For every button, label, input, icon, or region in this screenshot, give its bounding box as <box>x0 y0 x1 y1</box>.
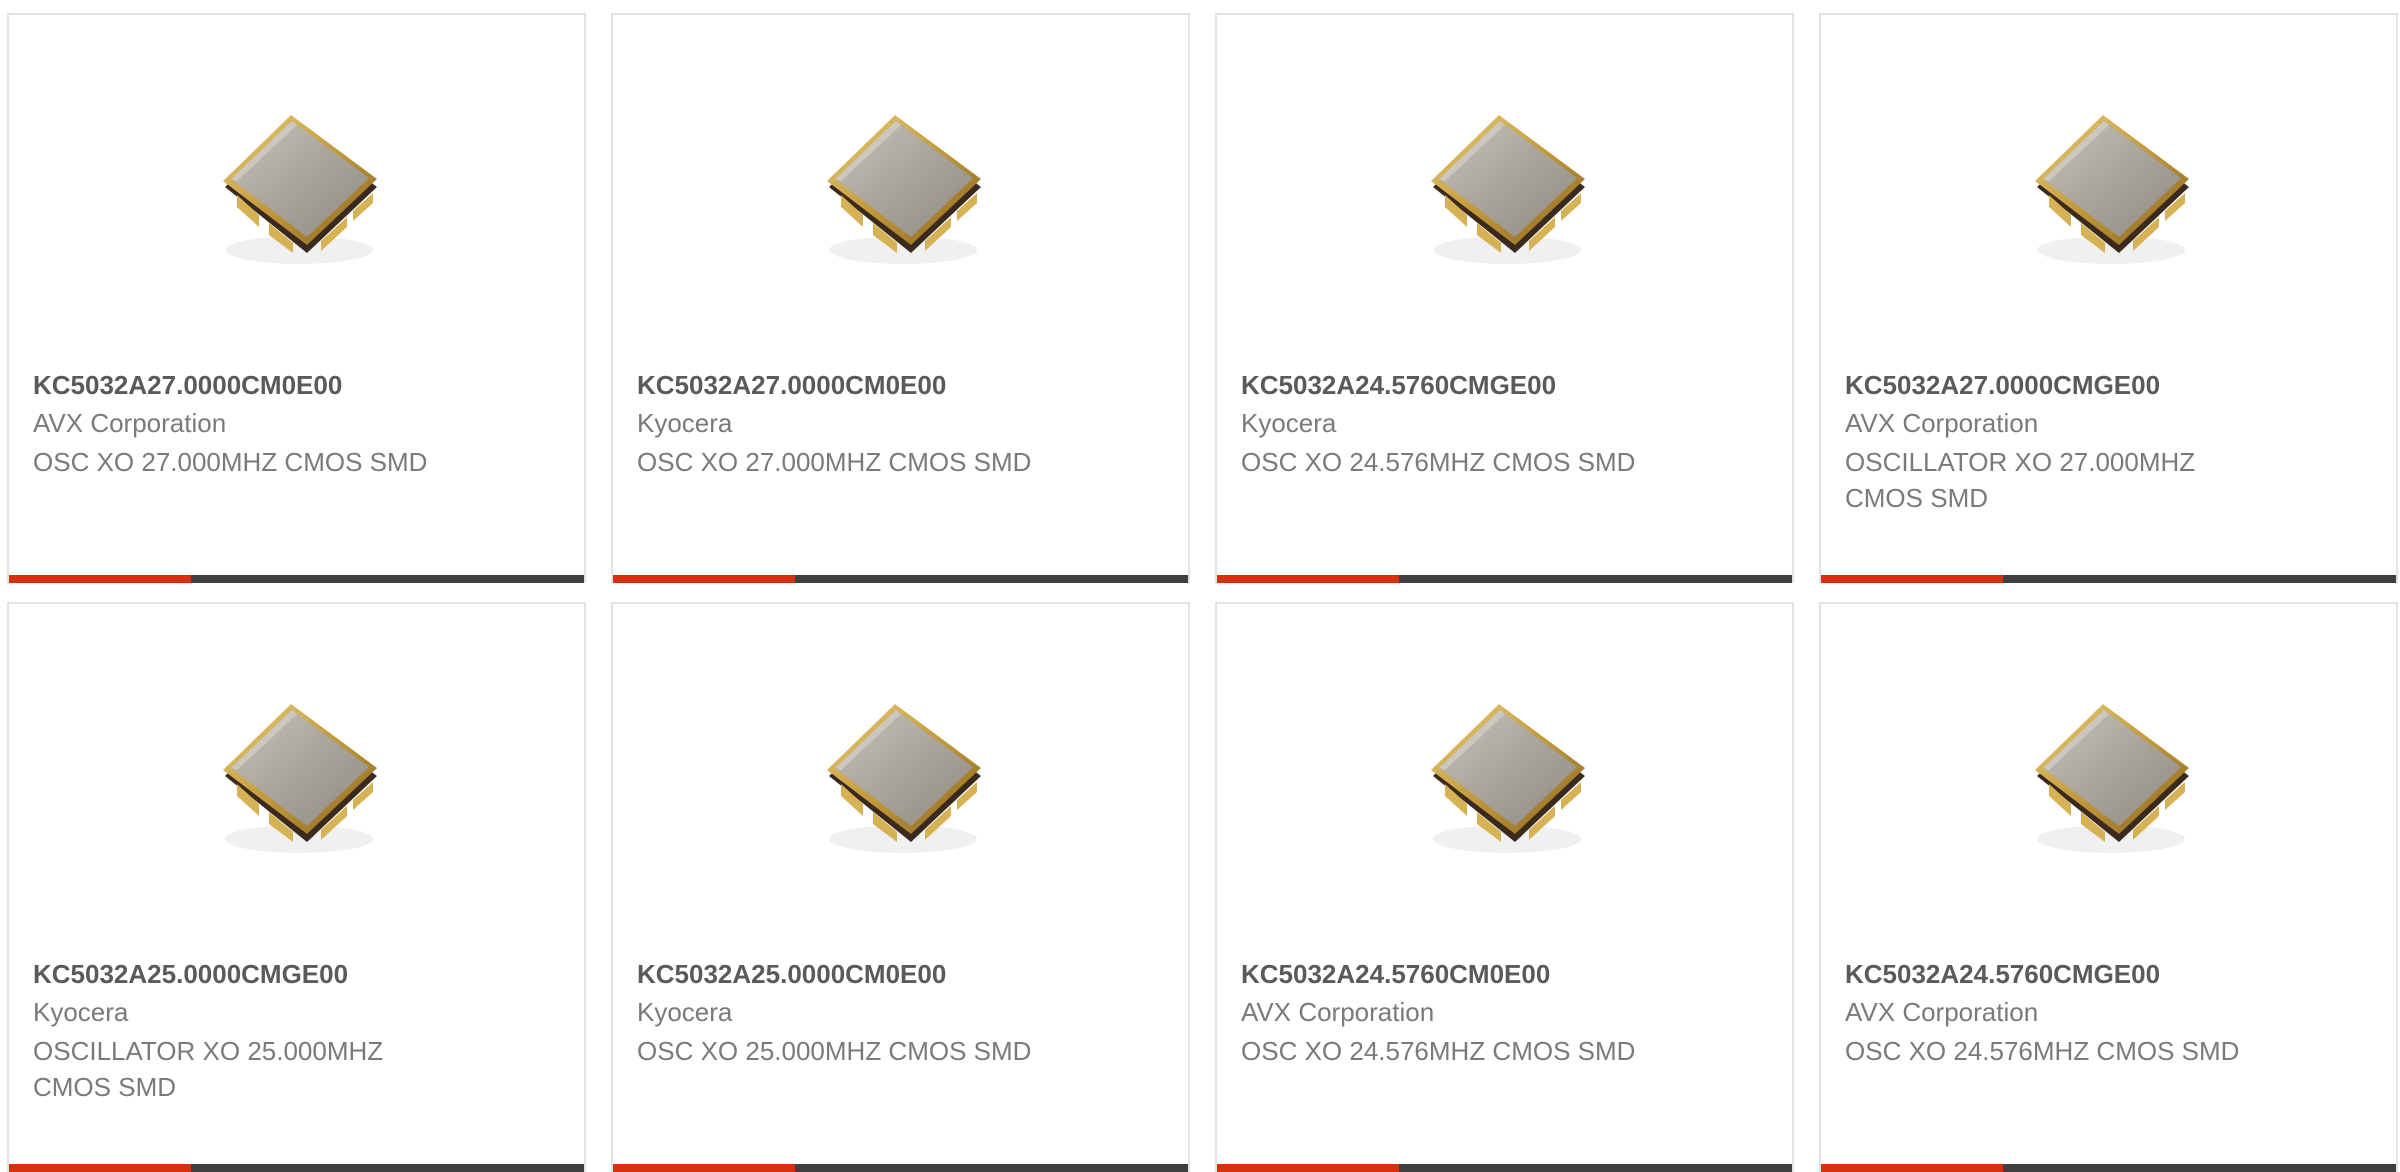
card-bottom-bar <box>9 575 584 583</box>
card-accent-bar <box>9 1164 191 1172</box>
product-description: OSC XO 24.576MHZ CMOS SMD <box>1241 1036 1636 1066</box>
product-description: OSC XO 24.576MHZ CMOS SMD <box>1241 447 1636 477</box>
card-accent-bar <box>9 575 191 583</box>
oscillator-package-icon <box>197 674 397 874</box>
card-bottom-bar <box>1217 575 1792 583</box>
product-description: OSC XO 27.000MHZ CMOS SMD <box>33 447 428 477</box>
card-accent-bar <box>1821 575 2003 583</box>
card-bottom-bar <box>9 1164 584 1172</box>
product-card[interactable]: KC5032A25.0000CM0E00 Kyocera OSC XO 25.0… <box>611 602 1190 1172</box>
card-accent-bar <box>1821 1164 2003 1172</box>
oscillator-package-icon <box>2009 674 2209 874</box>
part-number[interactable]: KC5032A27.0000CM0E00 <box>33 370 342 401</box>
manufacturer: AVX Corporation <box>1845 408 2039 438</box>
card-bottom-bar <box>613 1164 1188 1172</box>
product-description: OSC XO 24.576MHZ CMOS SMD <box>1845 1036 2240 1066</box>
card-bottom-bar <box>1821 575 2396 583</box>
oscillator-package-icon <box>1405 85 1605 285</box>
manufacturer: AVX Corporation <box>1845 997 2039 1027</box>
oscillator-package-icon <box>801 674 1001 874</box>
manufacturer: AVX Corporation <box>1241 997 1435 1027</box>
card-accent-bar <box>613 1164 795 1172</box>
part-number[interactable]: KC5032A24.5760CM0E00 <box>1241 959 1550 990</box>
card-accent-bar <box>1217 575 1399 583</box>
product-card[interactable]: KC5032A27.0000CM0E00 Kyocera OSC XO 27.0… <box>611 13 1190 583</box>
product-card[interactable]: KC5032A25.0000CMGE00 Kyocera OSCILLATOR … <box>7 602 586 1172</box>
manufacturer: AVX Corporation <box>33 408 227 438</box>
part-number[interactable]: KC5032A27.0000CM0E00 <box>637 370 946 401</box>
card-accent-bar <box>1217 1164 1399 1172</box>
card-bottom-bar <box>1217 1164 1792 1172</box>
product-description: OSC XO 27.000MHZ CMOS SMD <box>637 447 1032 477</box>
product-grid: KC5032A27.0000CM0E00 AVX Corporation OSC… <box>0 0 2400 1172</box>
oscillator-package-icon <box>801 85 1001 285</box>
oscillator-package-icon <box>2009 85 2209 285</box>
part-number[interactable]: KC5032A24.5760CMGE00 <box>1241 370 1556 401</box>
card-bottom-bar <box>613 575 1188 583</box>
product-card[interactable]: KC5032A27.0000CMGE00 AVX Corporation OSC… <box>1819 13 2398 583</box>
product-card[interactable]: KC5032A24.5760CM0E00 AVX Corporation OSC… <box>1215 602 1794 1172</box>
product-card[interactable]: KC5032A24.5760CMGE00 Kyocera OSC XO 24.5… <box>1215 13 1794 583</box>
product-description: OSC XO 25.000MHZ CMOS SMD <box>637 1036 1032 1066</box>
manufacturer: Kyocera <box>637 408 733 438</box>
part-number[interactable]: KC5032A27.0000CMGE00 <box>1845 370 2160 401</box>
manufacturer: Kyocera <box>637 997 733 1027</box>
product-description: OSCILLATOR XO 27.000MHZ CMOS SMD <box>1845 447 2196 513</box>
manufacturer: Kyocera <box>1241 408 1337 438</box>
oscillator-package-icon <box>1405 674 1605 874</box>
product-card[interactable]: KC5032A24.5760CMGE00 AVX Corporation OSC… <box>1819 602 2398 1172</box>
manufacturer: Kyocera <box>33 997 129 1027</box>
part-number[interactable]: KC5032A24.5760CMGE00 <box>1845 959 2160 990</box>
card-bottom-bar <box>1821 1164 2396 1172</box>
part-number[interactable]: KC5032A25.0000CMGE00 <box>33 959 348 990</box>
product-card[interactable]: KC5032A27.0000CM0E00 AVX Corporation OSC… <box>7 13 586 583</box>
part-number[interactable]: KC5032A25.0000CM0E00 <box>637 959 946 990</box>
card-accent-bar <box>613 575 795 583</box>
product-description: OSCILLATOR XO 25.000MHZ CMOS SMD <box>33 1036 384 1102</box>
oscillator-package-icon <box>197 85 397 285</box>
